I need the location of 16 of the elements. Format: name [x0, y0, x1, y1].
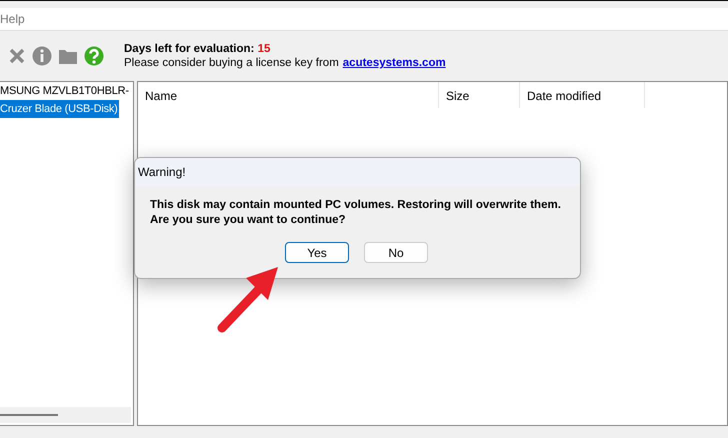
license-message: Please consider buying a license key from — [124, 57, 339, 69]
dialog-message: This disk may contain mounted PC volumes. Restoring will overwrite them. — [150, 198, 562, 213]
dialog-button[interactable]: No — [364, 242, 428, 263]
evaluation-days-text: Days left for evaluation: 15 — [124, 43, 272, 55]
website-link[interactable]: acutesystems.com — [342, 57, 446, 69]
horizontal-scrollbar[interactable] — [0, 407, 131, 423]
disk-item[interactable]: MSUNG MZVLB1T0HBLR- — [0, 82, 130, 100]
column-header[interactable]: Size — [439, 82, 520, 108]
dialog-button[interactable]: Yes — [285, 242, 349, 263]
dialog-question: Are you sure you want to continue? — [150, 213, 347, 228]
dialog-title: Warning! — [138, 165, 186, 179]
column-header[interactable]: Name — [138, 82, 439, 108]
disk-item[interactable]: Cruzer Blade (USB-Disk) — [0, 100, 119, 118]
column-header[interactable]: Date modified — [520, 82, 645, 108]
menu-item[interactable]: Help — [0, 12, 25, 26]
help-icon[interactable] — [84, 46, 104, 66]
